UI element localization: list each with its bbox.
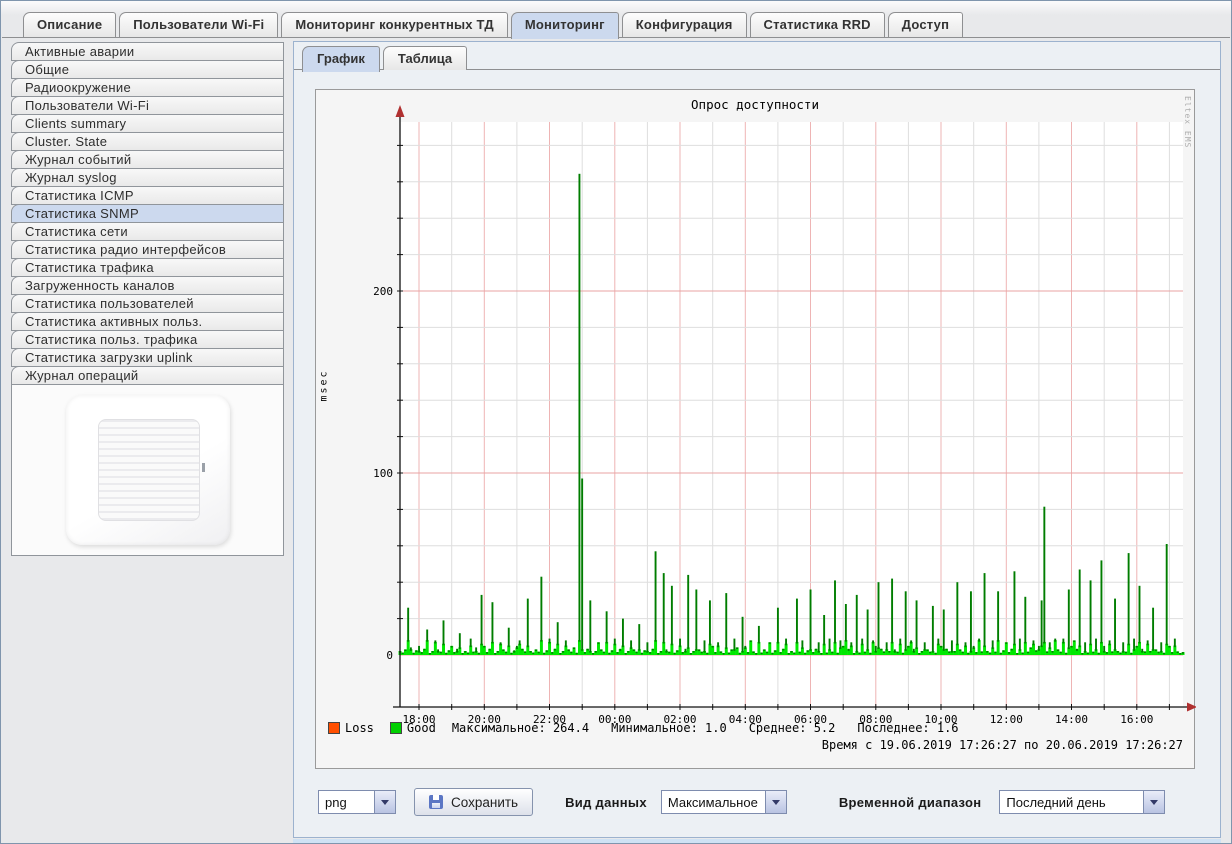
app-window: ОписаниеПользователи Wi-FiМониторинг кон… [0, 0, 1232, 844]
save-button[interactable]: Сохранить [414, 788, 533, 816]
format-select[interactable]: png [318, 790, 396, 814]
top-tab-6[interactable]: Доступ [888, 12, 963, 37]
sidebar-item-2[interactable]: Радиоокружение [11, 78, 284, 97]
view-tab-1[interactable]: Таблица [383, 46, 467, 70]
data-view-select-value: Максимальное [662, 791, 765, 813]
sidebar-item-6[interactable]: Журнал событий [11, 150, 284, 169]
access-point-photo [66, 395, 230, 545]
sidebar: Активные аварииОбщиеРадиоокружениеПользо… [11, 43, 284, 556]
main-panel: ГрафикТаблица Опрос доступности Eltex EM… [293, 41, 1221, 838]
sidebar-item-18[interactable]: Журнал операций [11, 366, 284, 385]
chart-stat-1: Минимальное: 1.0 [611, 721, 727, 735]
sidebar-item-4[interactable]: Clients summary [11, 114, 284, 133]
chart-stat-0: Максимальное: 264.4 [452, 721, 589, 735]
data-view-select-arrow[interactable] [765, 791, 786, 813]
time-range-select-arrow[interactable] [1143, 791, 1164, 813]
time-range-select[interactable]: Последний день [999, 790, 1165, 814]
top-tab-bar: ОписаниеПользователи Wi-FiМониторинг кон… [23, 12, 963, 39]
chevron-down-icon [1150, 800, 1158, 805]
legend-swatch-loss [328, 722, 340, 734]
time-range-select-label: Временной диапазон [839, 795, 982, 810]
sidebar-item-16[interactable]: Статистика польз. трафика [11, 330, 284, 349]
chevron-down-icon [381, 800, 389, 805]
top-tab-4[interactable]: Конфигурация [622, 12, 747, 37]
legend-swatch-good [390, 722, 402, 734]
sidebar-item-0[interactable]: Активные аварии [11, 42, 284, 61]
svg-text:100: 100 [373, 467, 393, 480]
chart-stat-2: Среднее: 5.2 [749, 721, 836, 735]
save-button-label: Сохранить [451, 795, 518, 810]
svg-text:0: 0 [386, 649, 393, 662]
sidebar-item-1[interactable]: Общие [11, 60, 284, 79]
floppy-disk-icon [429, 795, 443, 809]
sidebar-item-11[interactable]: Статистика радио интерфейсов [11, 240, 284, 259]
chart-stat-3: Последнее: 1.6 [857, 721, 958, 735]
chart-panel: Опрос доступности Eltex EMS msec 0100200… [315, 89, 1195, 769]
data-view-label: Вид данных [565, 795, 647, 810]
sidebar-item-8[interactable]: Статистика ICMP [11, 186, 284, 205]
chart-controls: png Сохранить Вид данных Максимальное Вр… [318, 788, 1165, 816]
sidebar-item-17[interactable]: Статистика загрузки uplink [11, 348, 284, 367]
svg-text:14:00: 14:00 [1055, 713, 1088, 726]
sidebar-item-9[interactable]: Статистика SNMP [11, 204, 284, 223]
top-tab-2[interactable]: Мониторинг конкурентных ТД [281, 12, 508, 37]
sidebar-item-10[interactable]: Статистика сети [11, 222, 284, 241]
access-point-grille [98, 419, 200, 521]
sidebar-item-14[interactable]: Статистика пользователей [11, 294, 284, 313]
view-tab-0[interactable]: График [302, 46, 380, 72]
svg-text:16:00: 16:00 [1120, 713, 1153, 726]
svg-text:200: 200 [373, 285, 393, 298]
data-view-select[interactable]: Максимальное [661, 790, 787, 814]
svg-text:12:00: 12:00 [990, 713, 1023, 726]
format-select-value: png [319, 791, 374, 813]
time-range-select-value: Последний день [1000, 791, 1143, 813]
time-range-label: Время с 19.06.2019 17:26:27 по 20.06.201… [316, 738, 1183, 752]
sidebar-item-3[interactable]: Пользователи Wi-Fi [11, 96, 284, 115]
sidebar-item-15[interactable]: Статистика активных польз. [11, 312, 284, 331]
device-image-panel [11, 384, 284, 556]
top-tab-3[interactable]: Мониторинг [511, 12, 619, 39]
sidebar-item-12[interactable]: Статистика трафика [11, 258, 284, 277]
view-tab-bar: ГрафикТаблица [302, 46, 467, 72]
sidebar-item-7[interactable]: Журнал syslog [11, 168, 284, 187]
format-select-arrow[interactable] [374, 791, 395, 813]
chart-legend: Loss Good Максимальное: 264.4 Минимальное: … [328, 721, 981, 735]
legend-item-loss: Loss [328, 721, 374, 735]
access-point-led [202, 463, 205, 472]
sidebar-item-5[interactable]: Cluster. State [11, 132, 284, 151]
availability-chart: 010020018:0020:0022:0000:0002:0004:0006:… [316, 90, 1196, 770]
chevron-down-icon [772, 800, 780, 805]
top-tab-5[interactable]: Статистика RRD [750, 12, 885, 37]
bottom-accent-strip [293, 839, 1221, 843]
sidebar-item-13[interactable]: Загруженность каналов [11, 276, 284, 295]
top-tab-1[interactable]: Пользователи Wi-Fi [119, 12, 278, 37]
legend-item-good: Good [390, 721, 436, 735]
top-tab-0[interactable]: Описание [23, 12, 116, 37]
